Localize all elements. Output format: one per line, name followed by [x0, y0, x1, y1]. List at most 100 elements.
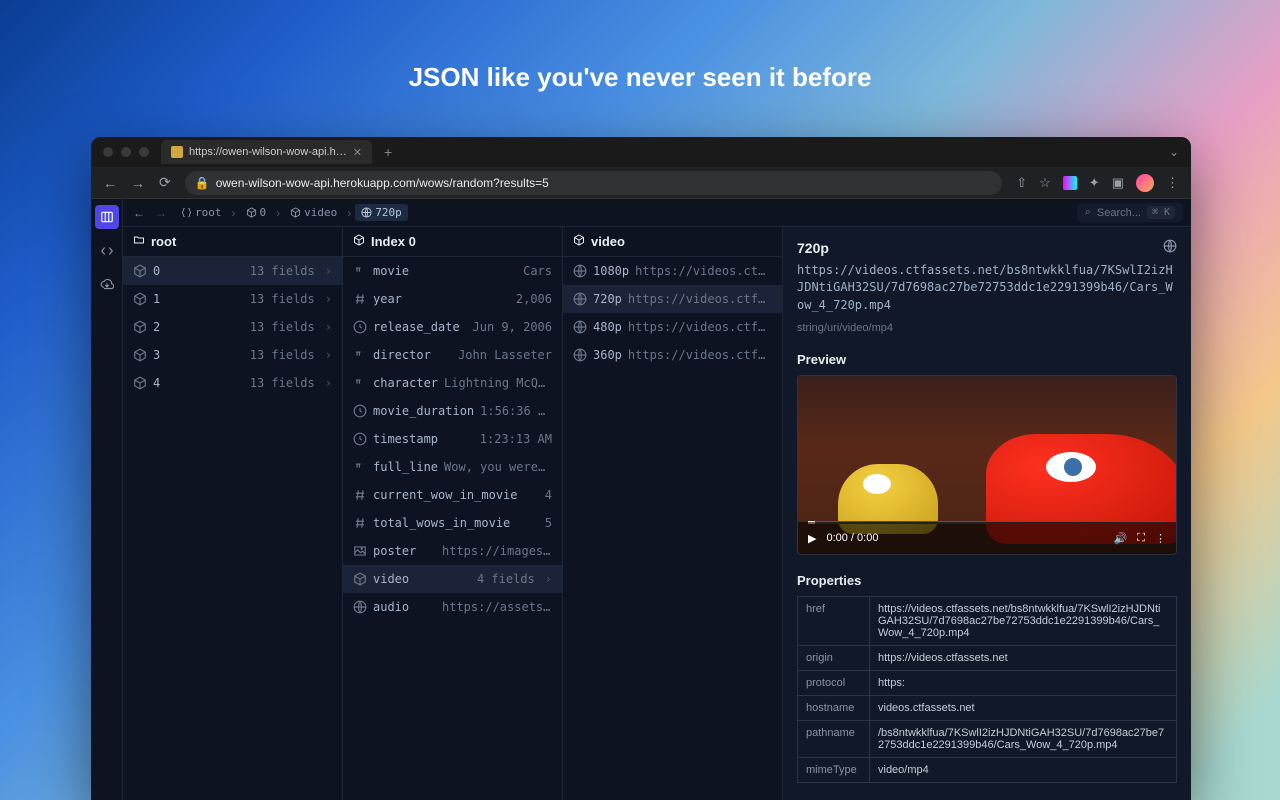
- chevron-down-icon[interactable]: ⌄: [1169, 145, 1179, 159]
- property-key: href: [798, 597, 870, 646]
- row-key: 0: [153, 264, 160, 278]
- row-value: Jun 9, 2006: [473, 320, 552, 334]
- play-button[interactable]: ▶: [808, 532, 816, 545]
- row-key: release_date: [373, 320, 460, 334]
- list-item[interactable]: 013 fields›: [123, 257, 342, 285]
- list-item[interactable]: character Lightning McQueen: [343, 369, 562, 397]
- cube-icon: [133, 376, 147, 390]
- clock-icon: [353, 432, 367, 446]
- row-key: 720p: [593, 292, 622, 306]
- profile-avatar[interactable]: [1136, 174, 1154, 192]
- new-tab-button[interactable]: +: [384, 144, 392, 160]
- back-button[interactable]: ←: [103, 175, 117, 191]
- property-value: videos.ctfassets.net: [870, 696, 1177, 721]
- extension-icon[interactable]: [1063, 176, 1077, 190]
- content: ← → root›0›video›720p ⌕ Search... ⌘ K ro…: [123, 199, 1191, 800]
- list-item[interactable]: 113 fields›: [123, 285, 342, 313]
- extensions-icon[interactable]: ✦: [1089, 175, 1100, 191]
- detail-panel: 720p https://videos.ctfassets.net/bs8ntw…: [783, 227, 1191, 800]
- forward-button[interactable]: →: [131, 175, 145, 191]
- row-value: 13 fields: [250, 320, 315, 334]
- property-key: mimeType: [798, 758, 870, 783]
- property-row: hostnamevideos.ctfassets.net: [798, 696, 1177, 721]
- list-item[interactable]: 1080phttps://videos.ctfassets.net…: [563, 257, 782, 285]
- list-item[interactable]: video4 fields›: [343, 565, 562, 593]
- list-item[interactable]: release_date Jun 9, 2006: [343, 313, 562, 341]
- quote-icon: [353, 460, 367, 474]
- list-item[interactable]: 413 fields›: [123, 369, 342, 397]
- browser-tab[interactable]: https://owen-wilson-wow-api.h… ✕: [161, 140, 372, 164]
- row-key: current_wow_in_movie: [373, 488, 518, 502]
- video-menu-button[interactable]: ⋮: [1155, 532, 1166, 545]
- breadcrumb-item[interactable]: 0: [240, 204, 273, 221]
- reload-button[interactable]: ⟳: [159, 174, 171, 191]
- list-item[interactable]: audiohttps://assets.ctfassets.net…: [343, 593, 562, 621]
- row-value: 13 fields: [250, 348, 315, 362]
- breadcrumb-item[interactable]: video: [284, 204, 343, 221]
- list-item[interactable]: 480phttps://videos.ctfassets.net/…: [563, 313, 782, 341]
- row-value: Lightning McQueen: [444, 376, 552, 390]
- list-item[interactable]: movieCars: [343, 257, 562, 285]
- volume-button[interactable]: 🔊: [1114, 532, 1128, 545]
- column-title: root: [151, 234, 176, 249]
- nav-back-button[interactable]: ←: [131, 206, 147, 220]
- close-icon[interactable]: ✕: [353, 146, 362, 159]
- globe-icon[interactable]: [1163, 239, 1177, 256]
- fullscreen-button[interactable]: ⛶: [1137, 532, 1145, 545]
- row-value: 13 fields: [250, 264, 315, 278]
- search-placeholder: Search...: [1097, 207, 1141, 219]
- list-item[interactable]: total_wows_in_movie5: [343, 509, 562, 537]
- list-item[interactable]: 720phttps://videos.ctfassets.net/…: [563, 285, 782, 313]
- list-item[interactable]: timestamp1:23:13 AM: [343, 425, 562, 453]
- list-item[interactable]: 213 fields›: [123, 313, 342, 341]
- row-key: video: [373, 572, 409, 586]
- breadcrumb-item[interactable]: root: [175, 204, 228, 221]
- globe-icon: [573, 264, 587, 278]
- url-input[interactable]: 🔒 owen-wilson-wow-api.herokuapp.com/wows…: [185, 171, 1003, 195]
- row-value: https://videos.ctfassets.net/…: [628, 320, 772, 334]
- row-key: 360p: [593, 348, 622, 362]
- list-item[interactable]: movie_duration1:56:36 AM: [343, 397, 562, 425]
- panel-icon[interactable]: ▣: [1112, 175, 1124, 191]
- row-value: https://videos.ctfassets.net…: [635, 264, 772, 278]
- titlebar: https://owen-wilson-wow-api.h… ✕ + ⌄: [91, 137, 1191, 167]
- list-item[interactable]: posterhttps://images.ctfassets.net…: [343, 537, 562, 565]
- list-item[interactable]: directorJohn Lasseter: [343, 341, 562, 369]
- globe-icon: [573, 348, 587, 362]
- sidebar-columns-view[interactable]: [95, 205, 119, 229]
- cube-icon: [573, 234, 585, 249]
- column-video: video 1080phttps://videos.ctfassets.net……: [563, 227, 783, 800]
- row-key: 4: [153, 376, 160, 390]
- row-value: 5: [545, 516, 552, 530]
- list-item[interactable]: year2,006: [343, 285, 562, 313]
- row-value: https://assets.ctfassets.net…: [442, 600, 552, 614]
- cube-icon: [353, 572, 367, 586]
- list-item[interactable]: 313 fields›: [123, 341, 342, 369]
- property-row: mimeTypevideo/mp4: [798, 758, 1177, 783]
- folder-icon: [133, 234, 145, 249]
- sidebar-code-view[interactable]: [95, 239, 119, 263]
- share-icon[interactable]: ⇧: [1016, 175, 1027, 191]
- row-key: character: [373, 376, 438, 390]
- row-key: 1: [153, 292, 160, 306]
- column-root: root 013 fields›113 fields›213 fields›31…: [123, 227, 343, 800]
- bookmark-icon[interactable]: ☆: [1039, 175, 1051, 191]
- detail-title: 720p: [797, 240, 829, 256]
- favicon-icon: [171, 146, 183, 158]
- nav-forward-button[interactable]: →: [153, 206, 169, 220]
- window-controls[interactable]: [103, 147, 149, 157]
- property-value: https:: [870, 671, 1177, 696]
- row-value: Cars: [523, 264, 552, 278]
- column-index: Index 0 movieCarsyear2,006release_dateJu…: [343, 227, 563, 800]
- breadcrumb-item[interactable]: 720p: [355, 204, 408, 221]
- row-value: 1:56:36 AM: [480, 404, 552, 418]
- video-preview[interactable]: ▶ 0:00 / 0:00 🔊 ⛶ ⋮: [797, 375, 1177, 555]
- sidebar-download[interactable]: [95, 273, 119, 297]
- menu-icon[interactable]: ⋮: [1166, 175, 1179, 191]
- list-item[interactable]: current_wow_in_movie4: [343, 481, 562, 509]
- cube-icon: [353, 234, 365, 249]
- row-value: Wow, you were right!: [444, 460, 552, 474]
- list-item[interactable]: 360phttps://videos.ctfassets.net/…: [563, 341, 782, 369]
- search-input[interactable]: ⌕ Search... ⌘ K: [1077, 203, 1183, 222]
- list-item[interactable]: full_lineWow, you were right!: [343, 453, 562, 481]
